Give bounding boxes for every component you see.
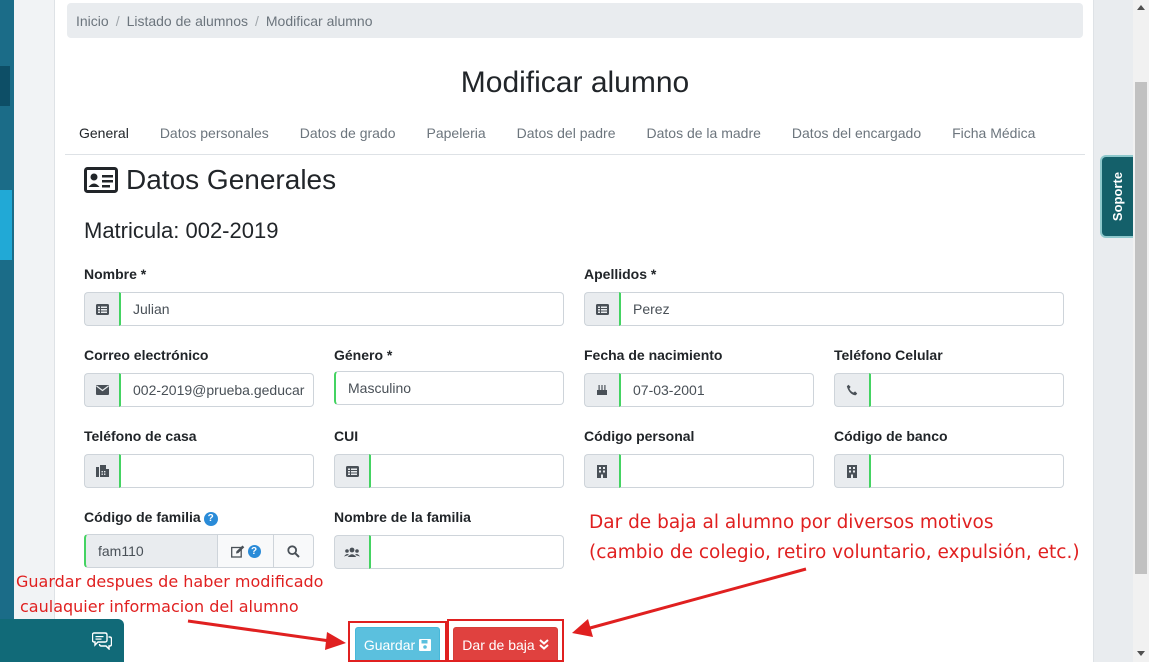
- celular-input-group: [834, 373, 1064, 407]
- nombre-familia-input[interactable]: [369, 535, 564, 569]
- tab-datos-de-la-madre[interactable]: Datos de la madre: [633, 116, 778, 154]
- fecha-input-group: 07-03-2001: [584, 373, 814, 407]
- tab-ficha-medica[interactable]: Ficha Médica: [938, 116, 1052, 154]
- label-nombre-familia: Nombre de la familia: [334, 509, 471, 525]
- nombre-familia-input-group: [334, 535, 564, 569]
- save-annotation-line-2: caulaquier informacion del alumno: [20, 597, 299, 616]
- telefono-celular-input[interactable]: [869, 373, 1064, 407]
- list-icon: [334, 454, 369, 488]
- tab-datos-de-grado[interactable]: Datos de grado: [286, 116, 413, 154]
- sidebar-accent-highlight: [0, 190, 12, 260]
- help-icon: ?: [247, 544, 261, 558]
- list-icon: [84, 292, 119, 326]
- cui-input-group: [334, 454, 564, 488]
- phone-icon: [834, 373, 869, 407]
- section-title: Datos Generales: [84, 164, 336, 196]
- correo-input-group: 002-2019@prueba.geducar: [84, 373, 314, 407]
- users-icon: [334, 535, 369, 569]
- label-telefono-casa: Teléfono de casa: [84, 428, 197, 444]
- label-cui: CUI: [334, 428, 359, 444]
- id-card-icon: [84, 167, 118, 193]
- page-title: Modificar alumno: [460, 66, 690, 99]
- correo-input[interactable]: 002-2019@prueba.geducar: [119, 373, 314, 407]
- tab-general[interactable]: General: [65, 116, 146, 154]
- label-correo: Correo electrónico: [84, 347, 209, 363]
- nombre-input[interactable]: Julian: [119, 292, 564, 326]
- support-tab[interactable]: Soporte: [1100, 155, 1134, 238]
- search-family-button[interactable]: [274, 534, 314, 568]
- search-icon: [287, 544, 300, 558]
- edit-family-button[interactable]: ?: [218, 534, 274, 568]
- scrollbar-thumb[interactable]: [1135, 82, 1147, 574]
- tab-datos-personales[interactable]: Datos personales: [146, 116, 286, 154]
- apellidos-input-group: Perez: [584, 292, 1064, 326]
- baja-annotation-line-2: (cambio de colegio, retiro voluntario, e…: [589, 542, 1080, 563]
- save-highlight-box: [348, 621, 447, 662]
- scroll-down-arrow[interactable]: [1137, 651, 1145, 656]
- birthday-cake-icon: [584, 373, 619, 407]
- label-codigo-familia-text: Código de familia: [84, 509, 201, 525]
- breadcrumb-listado[interactable]: Listado de alumnos: [127, 13, 248, 29]
- label-apellidos: Apellidos *: [584, 266, 657, 282]
- nombre-input-group: Julian: [84, 292, 564, 326]
- background-app-sidebar: [0, 0, 14, 662]
- scroll-up-arrow[interactable]: [1137, 5, 1145, 10]
- help-icon[interactable]: ?: [203, 512, 218, 526]
- building-icon: [584, 454, 619, 488]
- codigo-banco-input[interactable]: [869, 454, 1064, 488]
- chat-widget[interactable]: [0, 619, 124, 662]
- edit-icon: [230, 545, 244, 558]
- codigo-banco-input-group: [834, 454, 1064, 488]
- tab-bar: General Datos personales Datos de grado …: [65, 116, 1085, 155]
- page-gutter: [14, 0, 54, 662]
- envelope-icon: [84, 373, 119, 407]
- label-codigo-familia: Código de familia?: [84, 509, 218, 526]
- fecha-nacimiento-input[interactable]: 07-03-2001: [619, 373, 814, 407]
- chat-icon: [92, 631, 112, 650]
- tab-datos-del-encargado[interactable]: Datos del encargado: [778, 116, 938, 154]
- breadcrumb-separator: /: [255, 12, 259, 29]
- label-codigo-banco: Código de banco: [834, 428, 948, 444]
- tab-papeleria[interactable]: Papeleria: [413, 116, 503, 154]
- label-fecha-nacimiento: Fecha de nacimiento: [584, 347, 723, 363]
- vertical-scrollbar[interactable]: [1133, 0, 1149, 662]
- apellidos-input[interactable]: Perez: [619, 292, 1064, 326]
- save-annotation-line-1: Guardar despues de haber modificado: [16, 572, 324, 591]
- matricula-label: Matricula: 002-2019: [84, 218, 279, 243]
- tab-datos-del-padre[interactable]: Datos del padre: [503, 116, 633, 154]
- baja-highlight-box: [447, 619, 564, 662]
- codigo-personal-input-group: [584, 454, 814, 488]
- codigo-familia-input-group: fam110 ?: [84, 534, 314, 568]
- support-tab-label: Soporte: [1110, 171, 1126, 222]
- fax-icon: [84, 454, 119, 488]
- cui-input[interactable]: [369, 454, 564, 488]
- genero-input-group: Masculino: [334, 371, 564, 405]
- breadcrumb-separator: /: [115, 12, 120, 29]
- list-icon: [584, 292, 619, 326]
- baja-annotation-line-1: Dar de baja al alumno por diversos motiv…: [589, 512, 994, 533]
- sidebar-accent: [0, 66, 10, 106]
- casa-input-group: [84, 454, 314, 488]
- label-codigo-personal: Código personal: [584, 428, 695, 444]
- genero-select[interactable]: Masculino: [334, 371, 564, 405]
- breadcrumb-current: Modificar alumno: [265, 12, 373, 29]
- building-icon: [834, 454, 869, 488]
- label-genero: Género *: [334, 347, 393, 363]
- telefono-casa-input[interactable]: [119, 454, 314, 488]
- label-nombre: Nombre *: [84, 266, 147, 282]
- breadcrumb: Inicio / Listado de alumnos / Modificar …: [67, 3, 1083, 38]
- codigo-familia-input: fam110: [84, 534, 218, 568]
- label-telefono-celular: Teléfono Celular: [834, 347, 943, 363]
- section-title-text: Datos Generales: [126, 164, 337, 195]
- breadcrumb-inicio[interactable]: Inicio: [76, 13, 109, 29]
- codigo-personal-input[interactable]: [619, 454, 814, 488]
